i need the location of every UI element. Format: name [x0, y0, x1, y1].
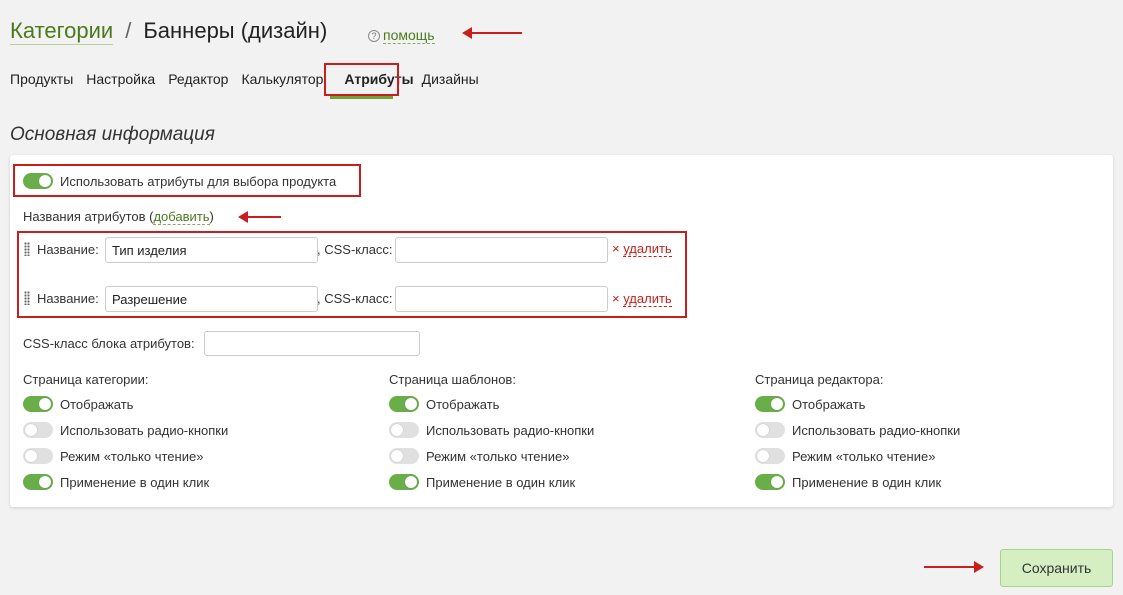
attribute-name-label: Название:	[37, 242, 99, 257]
attribute-css-input[interactable]	[395, 237, 608, 263]
delete-attribute-link[interactable]: × удалить	[612, 241, 672, 257]
annotation-arrow-help	[462, 27, 522, 39]
tab-products[interactable]: Продукты	[10, 71, 73, 89]
toggle-editor-display[interactable]	[755, 396, 785, 412]
block-css-input[interactable]	[204, 331, 420, 356]
attribute-name-input[interactable]	[105, 237, 318, 263]
delete-icon: ×	[612, 291, 620, 306]
tab-designs[interactable]: Дизайны	[422, 71, 479, 89]
toggle-templates-readonly[interactable]	[389, 448, 419, 464]
tab-bar: Продукты Настройка Редактор Калькулятор …	[10, 71, 492, 89]
tab-editor[interactable]: Редактор	[168, 71, 228, 89]
attribute-css-label: , CSS-класс:	[317, 291, 393, 306]
toggle-editor-readonly[interactable]	[755, 448, 785, 464]
use-attributes-toggle[interactable]	[23, 173, 53, 189]
help-icon: ?	[368, 29, 380, 42]
column-title-category: Страница категории:	[23, 372, 149, 387]
help-link-group[interactable]: ? помощь	[368, 27, 435, 44]
use-attributes-label: Использовать атрибуты для выбора продукт…	[60, 174, 337, 189]
option-label: Использовать радио-кнопки	[426, 423, 595, 438]
option-label: Режим «только чтение»	[792, 449, 936, 464]
toggle-editor-oneclick[interactable]	[755, 474, 785, 490]
annotation-arrow-save	[924, 561, 984, 573]
toggle-category-oneclick[interactable]	[23, 474, 53, 490]
tab-calculator[interactable]: Калькулятор	[241, 71, 323, 89]
tab-settings[interactable]: Настройка	[86, 71, 155, 89]
attribute-name-label: Название:	[37, 291, 99, 306]
toggle-templates-radio[interactable]	[389, 422, 419, 438]
delete-icon: ×	[612, 241, 620, 256]
option-label: Режим «только чтение»	[60, 449, 204, 464]
toggle-category-display[interactable]	[23, 396, 53, 412]
option-label: Отображать	[426, 397, 500, 412]
attribute-names-prefix: Названия атрибутов (	[23, 209, 154, 224]
toggle-category-radio[interactable]	[23, 422, 53, 438]
option-label: Отображать	[60, 397, 134, 412]
delete-attribute-link[interactable]: × удалить	[612, 291, 672, 307]
save-button[interactable]: Сохранить	[1000, 549, 1113, 587]
toggle-templates-display[interactable]	[389, 396, 419, 412]
annotation-arrow-add	[238, 211, 281, 223]
column-title-templates: Страница шаблонов:	[389, 372, 516, 387]
option-label: Применение в один клик	[426, 475, 576, 490]
column-title-editor: Страница редактора:	[755, 372, 884, 387]
section-title: Основная информация	[10, 124, 215, 145]
attribute-names-heading: Названия атрибутов (добавить)	[23, 209, 214, 225]
delete-label: удалить	[623, 241, 672, 257]
attribute-css-label: , CSS-класс:	[317, 242, 393, 257]
delete-label: удалить	[623, 291, 672, 307]
breadcrumb-categories-link[interactable]: Категории	[10, 18, 114, 45]
add-attribute-link[interactable]: добавить	[153, 209, 210, 225]
block-css-label: CSS-класс блока атрибутов:	[23, 336, 195, 351]
toggle-templates-oneclick[interactable]	[389, 474, 419, 490]
option-label: Использовать радио-кнопки	[60, 423, 229, 438]
drag-handle-icon[interactable]	[24, 242, 30, 256]
drag-handle-icon[interactable]	[24, 291, 30, 305]
toggle-editor-radio[interactable]	[755, 422, 785, 438]
toggle-category-readonly[interactable]	[23, 448, 53, 464]
attribute-name-input[interactable]	[105, 286, 318, 312]
option-label: Отображать	[792, 397, 866, 412]
attribute-names-suffix: )	[209, 209, 214, 224]
main-card: Использовать атрибуты для выбора продукт…	[10, 155, 1113, 507]
annotation-box-tab	[324, 63, 399, 96]
page-title: Баннеры (дизайн)	[143, 18, 328, 43]
breadcrumb-separator: /	[125, 18, 132, 43]
option-label: Применение в один клик	[792, 475, 942, 490]
help-link[interactable]: помощь	[383, 27, 435, 44]
active-tab-indicator	[330, 96, 393, 99]
option-label: Использовать радио-кнопки	[792, 423, 961, 438]
option-label: Режим «только чтение»	[426, 449, 570, 464]
attribute-css-input[interactable]	[395, 286, 608, 312]
option-label: Применение в один клик	[60, 475, 210, 490]
breadcrumb: Категории / Баннеры (дизайн)	[10, 18, 327, 45]
